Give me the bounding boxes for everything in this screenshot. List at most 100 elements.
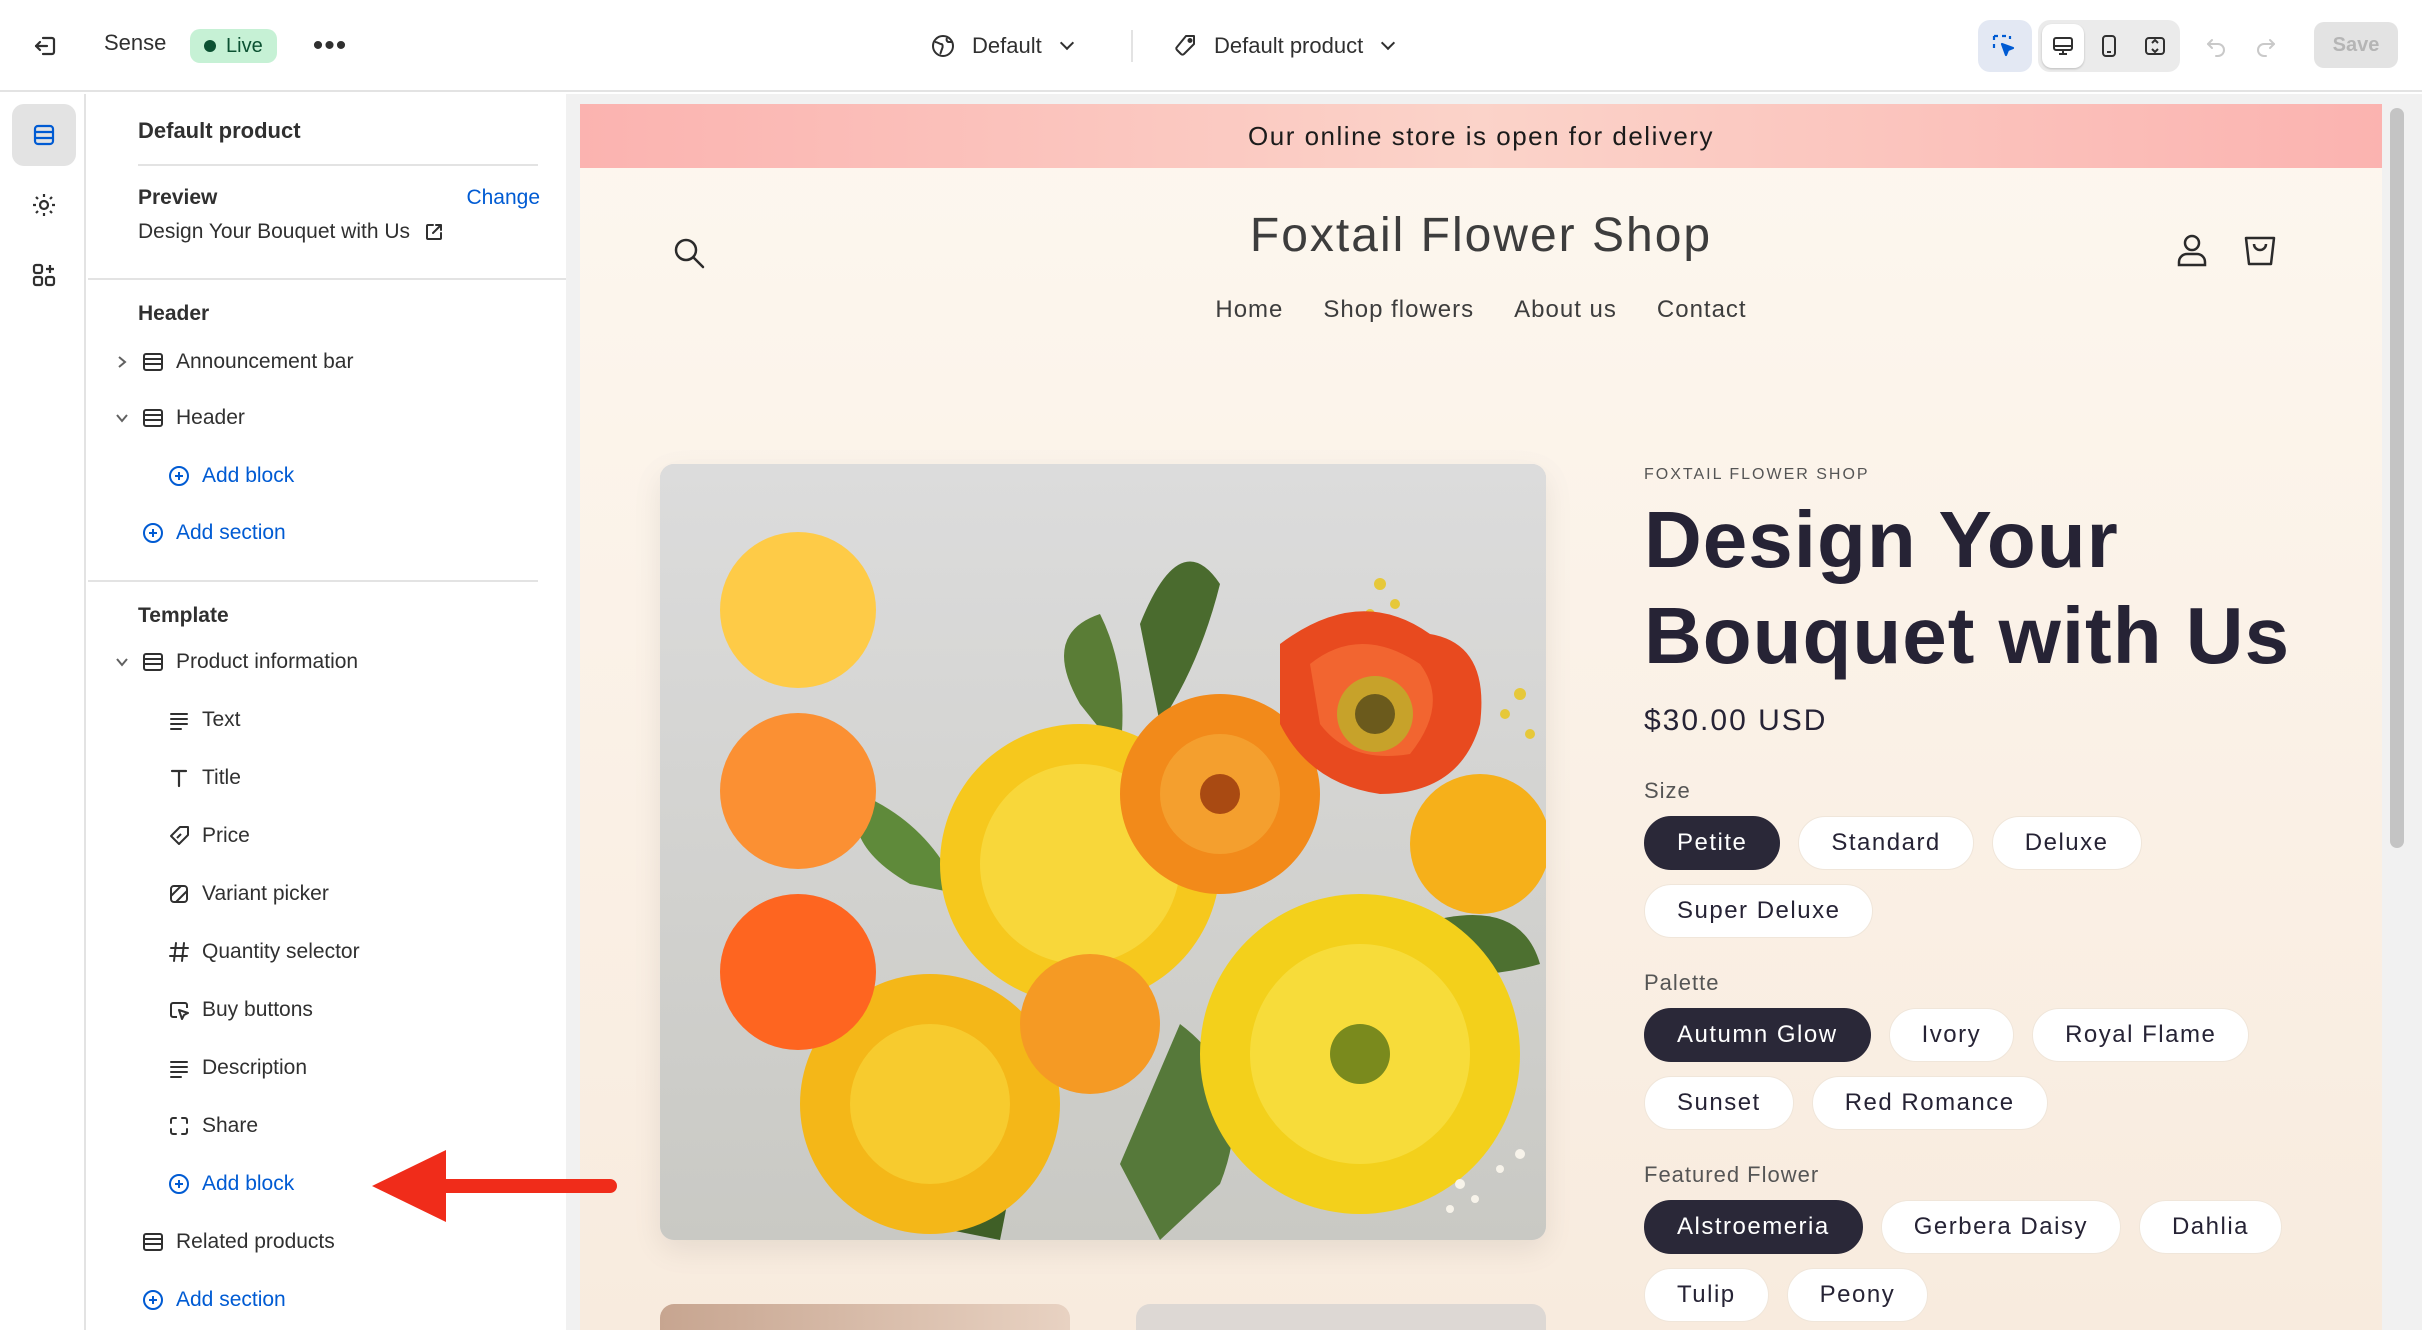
store-logo-text[interactable]: Foxtail Flower Shop: [580, 208, 2382, 263]
theme-name: Sense: [104, 30, 167, 55]
variant-pill[interactable]: Autumn Glow: [1644, 1008, 1871, 1062]
cart-button[interactable]: [2242, 232, 2278, 273]
desktop-view-button[interactable]: [2042, 24, 2084, 68]
swatch-orange: [720, 713, 876, 869]
sections-icon: [33, 124, 55, 146]
add-section-label: Add section: [176, 521, 286, 544]
user-icon: [2177, 234, 2207, 267]
flower-options: Alstroemeria Gerbera Daisy Dahlia: [1644, 1200, 2282, 1254]
cart-bag-icon: [2244, 236, 2276, 266]
variant-pill[interactable]: Tulip: [1644, 1268, 1769, 1322]
header-add-block-button[interactable]: Add block: [88, 448, 566, 504]
product-image[interactable]: [660, 464, 1546, 1240]
tag-icon: [1175, 35, 1195, 56]
store-header: Foxtail Flower Shop Home Shop flowers Ab…: [580, 168, 2382, 368]
nav-link-about-us[interactable]: About us: [1514, 296, 1617, 324]
block-share[interactable]: Share: [88, 1098, 566, 1154]
block-text[interactable]: Text: [88, 692, 566, 748]
cursor-click-icon: [166, 997, 192, 1023]
redo-button[interactable]: [2246, 26, 2286, 66]
variant-pill[interactable]: Royal Flame: [2032, 1008, 2250, 1062]
preview-scrollbar[interactable]: [2390, 108, 2404, 848]
chevron-down-icon: [1381, 35, 1396, 51]
mobile-view-button[interactable]: [2088, 24, 2130, 68]
text-lines-icon: [166, 1055, 192, 1081]
section-product-information[interactable]: Product information: [88, 634, 566, 690]
divider: [88, 580, 538, 582]
full-width-view-button[interactable]: [2134, 24, 2176, 68]
template-select-dropdown[interactable]: Default product: [1172, 24, 1396, 68]
more-actions-button[interactable]: •••: [306, 24, 354, 68]
text-lines-icon: [166, 707, 192, 733]
share-frame-icon: [166, 1113, 192, 1139]
app-embeds-nav-button[interactable]: [12, 244, 76, 306]
variant-picker-icon: [166, 881, 192, 907]
live-status-badge: Live: [190, 29, 277, 63]
template-group-label: Template: [138, 604, 229, 627]
sections-nav-button[interactable]: [12, 104, 76, 166]
announcement-text: Our online store is open for delivery: [1248, 120, 1714, 151]
block-label: Buy buttons: [202, 998, 313, 1021]
variant-pill[interactable]: Gerbera Daisy: [1880, 1200, 2121, 1254]
block-variant-picker[interactable]: Variant picker: [88, 866, 566, 922]
block-title[interactable]: Title: [88, 750, 566, 806]
plus-circle-icon: [166, 463, 192, 489]
section-label: Related products: [176, 1230, 335, 1253]
section-icon: [140, 649, 166, 675]
variant-pill[interactable]: Sunset: [1644, 1076, 1794, 1130]
sections-sidebar: Default product Preview Change Design Yo…: [88, 94, 566, 1330]
product-price: $30.00 USD: [1644, 704, 1828, 737]
device-toggle-group: [2038, 20, 2180, 72]
nav-link-contact[interactable]: Contact: [1657, 296, 1747, 324]
expand-view-icon: [2145, 37, 2165, 55]
account-button[interactable]: [2174, 232, 2210, 273]
divider: [88, 278, 566, 280]
template-add-section-button[interactable]: Add section: [88, 1272, 566, 1328]
nav-link-home[interactable]: Home: [1215, 296, 1283, 324]
inspector-button[interactable]: [1982, 24, 2026, 68]
theme-select-dropdown[interactable]: Default: [930, 24, 1074, 68]
variant-pill[interactable]: Peony: [1786, 1268, 1929, 1322]
block-price[interactable]: Price: [88, 808, 566, 864]
size-options-row-2: Super Deluxe: [1644, 884, 1874, 938]
chevron-right-icon: [112, 355, 132, 369]
variant-pill[interactable]: Deluxe: [1991, 816, 2142, 870]
add-section-label: Add section: [176, 1288, 286, 1311]
plus-circle-icon: [166, 1171, 192, 1197]
variant-pill[interactable]: Ivory: [1888, 1008, 2015, 1062]
theme-select-label: Default: [972, 33, 1042, 58]
section-header[interactable]: Header: [88, 390, 566, 446]
section-icon: [140, 1229, 166, 1255]
save-button[interactable]: Save: [2314, 22, 2398, 68]
top-bar: Sense Live ••• Default Default product S…: [0, 0, 2422, 92]
undo-button[interactable]: [2196, 26, 2236, 66]
nav-link-shop-flowers[interactable]: Shop flowers: [1323, 296, 1474, 324]
variant-pill[interactable]: Petite: [1644, 816, 1781, 870]
storefront-page: Our online store is open for delivery Fo…: [580, 104, 2382, 1330]
theme-settings-nav-button[interactable]: [12, 174, 76, 236]
section-icon: [140, 349, 166, 375]
variant-pill[interactable]: Red Romance: [1811, 1076, 2048, 1130]
block-description[interactable]: Description: [88, 1040, 566, 1096]
block-buy-buttons[interactable]: Buy buttons: [88, 982, 566, 1038]
section-label: Announcement bar: [176, 350, 354, 373]
variant-pill[interactable]: Super Deluxe: [1644, 884, 1874, 938]
block-label: Title: [202, 766, 241, 789]
header-add-section-button[interactable]: Add section: [88, 505, 566, 561]
exit-editor-button[interactable]: [22, 22, 70, 70]
section-icon: [140, 405, 166, 431]
announcement-bar[interactable]: Our online store is open for delivery: [580, 104, 2382, 168]
option-label-size: Size: [1644, 778, 1691, 803]
block-quantity-selector[interactable]: Quantity selector: [88, 924, 566, 980]
change-preview-link[interactable]: Change: [466, 186, 540, 210]
variant-pill[interactable]: Standard: [1798, 816, 1974, 870]
variant-pill[interactable]: Dahlia: [2138, 1200, 2282, 1254]
section-label: Header: [176, 406, 245, 429]
option-label-palette: Palette: [1644, 970, 1720, 995]
preview-product-name: Design Your Bouquet with Us: [138, 220, 411, 243]
product-thumbnail[interactable]: [660, 1304, 1070, 1330]
section-announcement-bar[interactable]: Announcement bar: [88, 334, 566, 390]
product-thumbnail[interactable]: [1136, 1304, 1546, 1330]
variant-pill[interactable]: Alstroemeria: [1644, 1200, 1863, 1254]
preview-product-link[interactable]: Design Your Bouquet with Us: [138, 220, 444, 244]
